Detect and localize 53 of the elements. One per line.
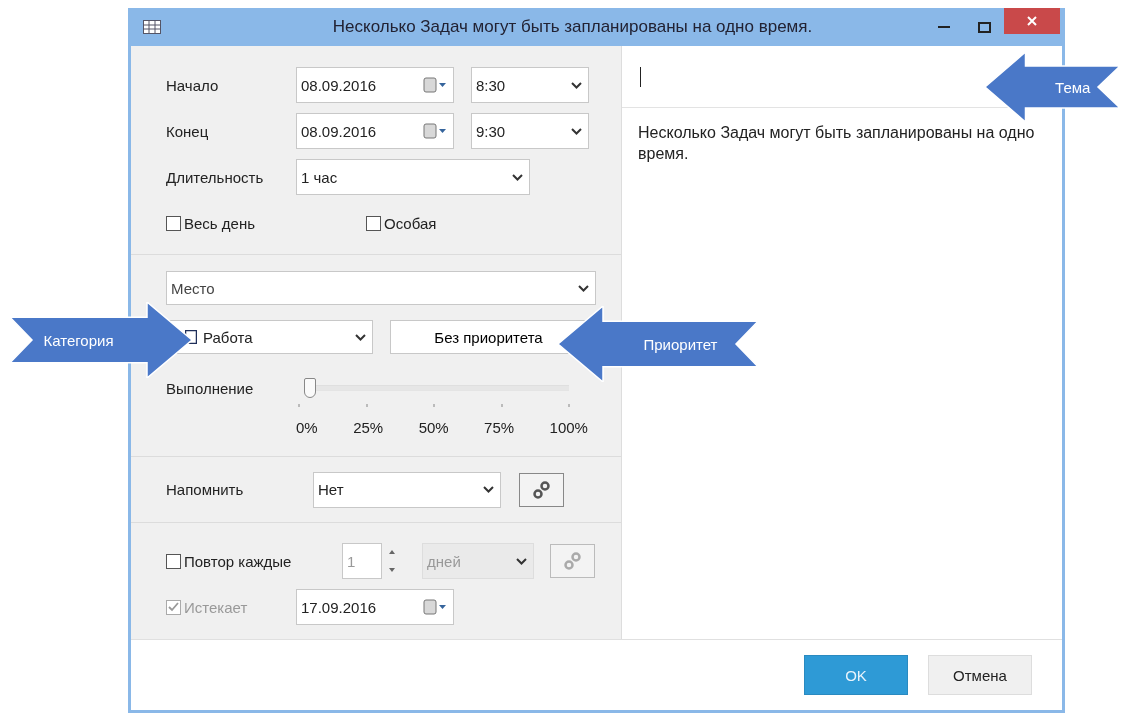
maximize-icon: [977, 21, 991, 33]
minimize-icon: [938, 25, 950, 29]
tick-label: 100%: [549, 419, 588, 436]
field-label: Длительность: [166, 168, 265, 186]
checkbox-label: Повтор каждые: [184, 552, 292, 570]
close-icon: [1027, 16, 1037, 26]
field-label: Напомнить: [166, 481, 245, 498]
cancel-button[interactable]: Отмена: [928, 655, 1032, 695]
field-label: Выполнение: [166, 379, 255, 397]
tick-label: 75%: [484, 419, 515, 436]
tick-mark: [433, 404, 435, 407]
tick-mark: [365, 404, 368, 407]
tick-label: 0%: [296, 419, 318, 436]
gears-icon: [531, 478, 552, 501]
callout-tooltip: Категория: [10, 302, 192, 378]
settings-button[interactable]: [519, 472, 564, 507]
checkbox-label: Истекает: [184, 598, 248, 616]
close-button[interactable]: [1004, 8, 1060, 34]
checkbox-label: Весь день: [184, 214, 256, 232]
checkbox[interactable]: [166, 215, 181, 231]
duration-dropdown[interactable]: 1 час: [296, 159, 530, 195]
chevron-icon: [571, 127, 582, 135]
field-label: Конец: [166, 122, 210, 140]
date-field[interactable]: 08.09.2016: [296, 67, 454, 103]
field-label: Начало: [166, 76, 220, 94]
window-title: Несколько Задач могут быть запланированы на одно время.: [331, 17, 814, 37]
slider-thumb[interactable]: [304, 378, 316, 398]
time-dropdown[interactable]: 9:30: [471, 113, 589, 149]
checkbox-label: Особая: [384, 214, 437, 232]
calendar-icon: [143, 20, 161, 34]
chevron-icon: [571, 81, 582, 89]
reminder-dropdown[interactable]: Нет: [313, 471, 501, 508]
chevron-icon: [512, 173, 523, 181]
callout-tooltip: Приоритет: [558, 306, 758, 382]
tick-mark: [568, 404, 570, 407]
tick-mark: [298, 404, 300, 407]
location-dropdown[interactable]: Место: [166, 271, 596, 305]
tick-label: 25%: [353, 419, 384, 436]
chevron-icon: [355, 333, 366, 341]
calendar-icon: [423, 599, 447, 615]
time-dropdown[interactable]: 8:30: [471, 67, 589, 103]
callout-tooltip: Тема: [985, 52, 1120, 122]
chevron-icon: [483, 486, 494, 493]
tick-label: 50%: [418, 419, 449, 436]
description-text: Несколько Задач могут быть запланированы на одно время.: [637, 123, 1036, 164]
date-field[interactable]: 08.09.2016: [296, 113, 454, 149]
calendar-icon: [423, 77, 447, 93]
calendar-icon: [423, 123, 447, 139]
checkbox[interactable]: [366, 215, 381, 231]
chevron-icon: [578, 284, 589, 292]
chevron-icon: [516, 557, 527, 565]
gears-icon: [562, 550, 583, 572]
tick-mark: [500, 404, 503, 407]
